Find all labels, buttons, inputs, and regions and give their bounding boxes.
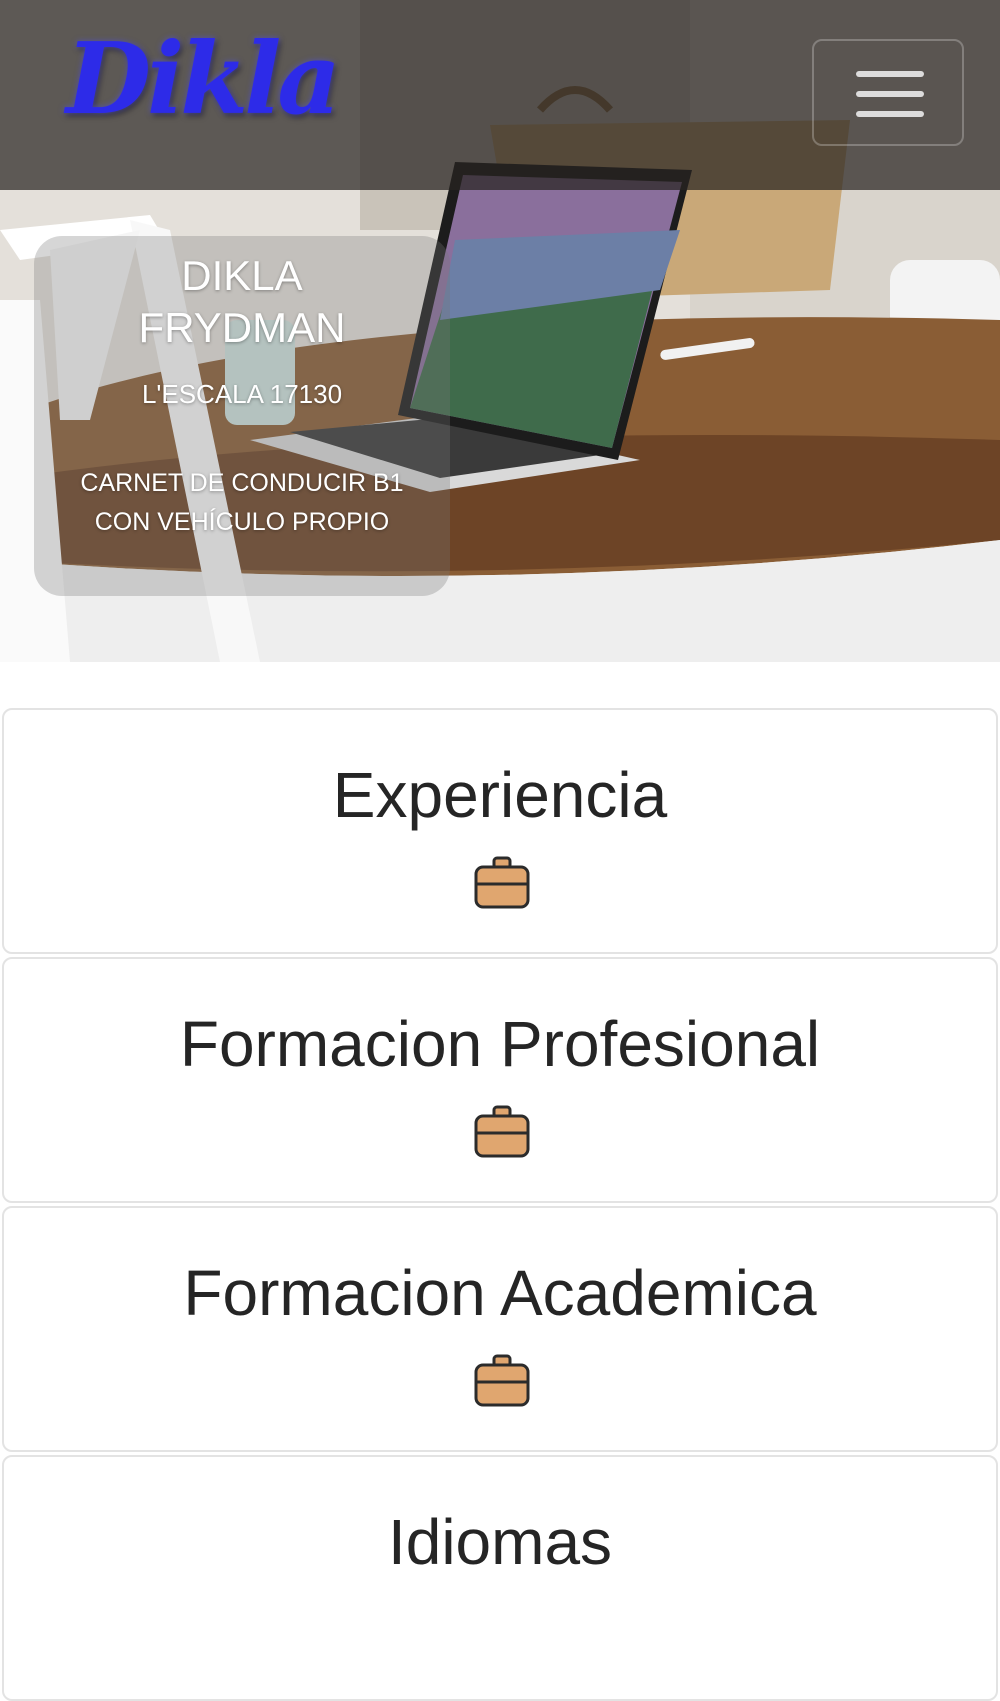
- profile-location: L'ESCALA 17130: [141, 379, 343, 409]
- first-name: DIKLA: [181, 252, 303, 299]
- section-experiencia[interactable]: Experiencia: [2, 708, 998, 954]
- last-name: FRYDMAN: [138, 304, 346, 351]
- license-line-1: CARNET DE CONDUCIR B1: [80, 469, 404, 497]
- brand-logo[interactable]: Dikla: [66, 22, 341, 137]
- profile-info-card: DIKLA FRYDMAN L'ESCALA 17130 CARNET DE C…: [34, 236, 450, 596]
- navbar: Dikla: [0, 0, 1000, 190]
- driving-license-info: CARNET DE CONDUCIR B1 CON VEHÍCULO PROPI…: [34, 464, 450, 542]
- hero-banner: Dikla DIKLA FRYDMAN L'ESCALA 17130 CARNE…: [0, 0, 1000, 662]
- profile-name: DIKLA FRYDMAN: [34, 250, 450, 354]
- section-title: Experiencia: [332, 759, 668, 831]
- section-formacion-academica[interactable]: Formacion Academica: [2, 1206, 998, 1452]
- section-formacion-profesional[interactable]: Formacion Profesional: [2, 957, 998, 1203]
- menu-toggle-button[interactable]: [812, 39, 964, 146]
- section-title: Formacion Profesional: [179, 1008, 821, 1080]
- section-title: Formacion Academica: [183, 1257, 817, 1329]
- section-title: Idiomas: [387, 1506, 613, 1578]
- briefcase-icon: [474, 1105, 530, 1158]
- section-idiomas[interactable]: Idiomas: [2, 1455, 998, 1701]
- briefcase-icon: [474, 856, 530, 909]
- license-line-2: CON VEHÍCULO PROPIO: [94, 508, 390, 536]
- briefcase-icon: [474, 1354, 530, 1407]
